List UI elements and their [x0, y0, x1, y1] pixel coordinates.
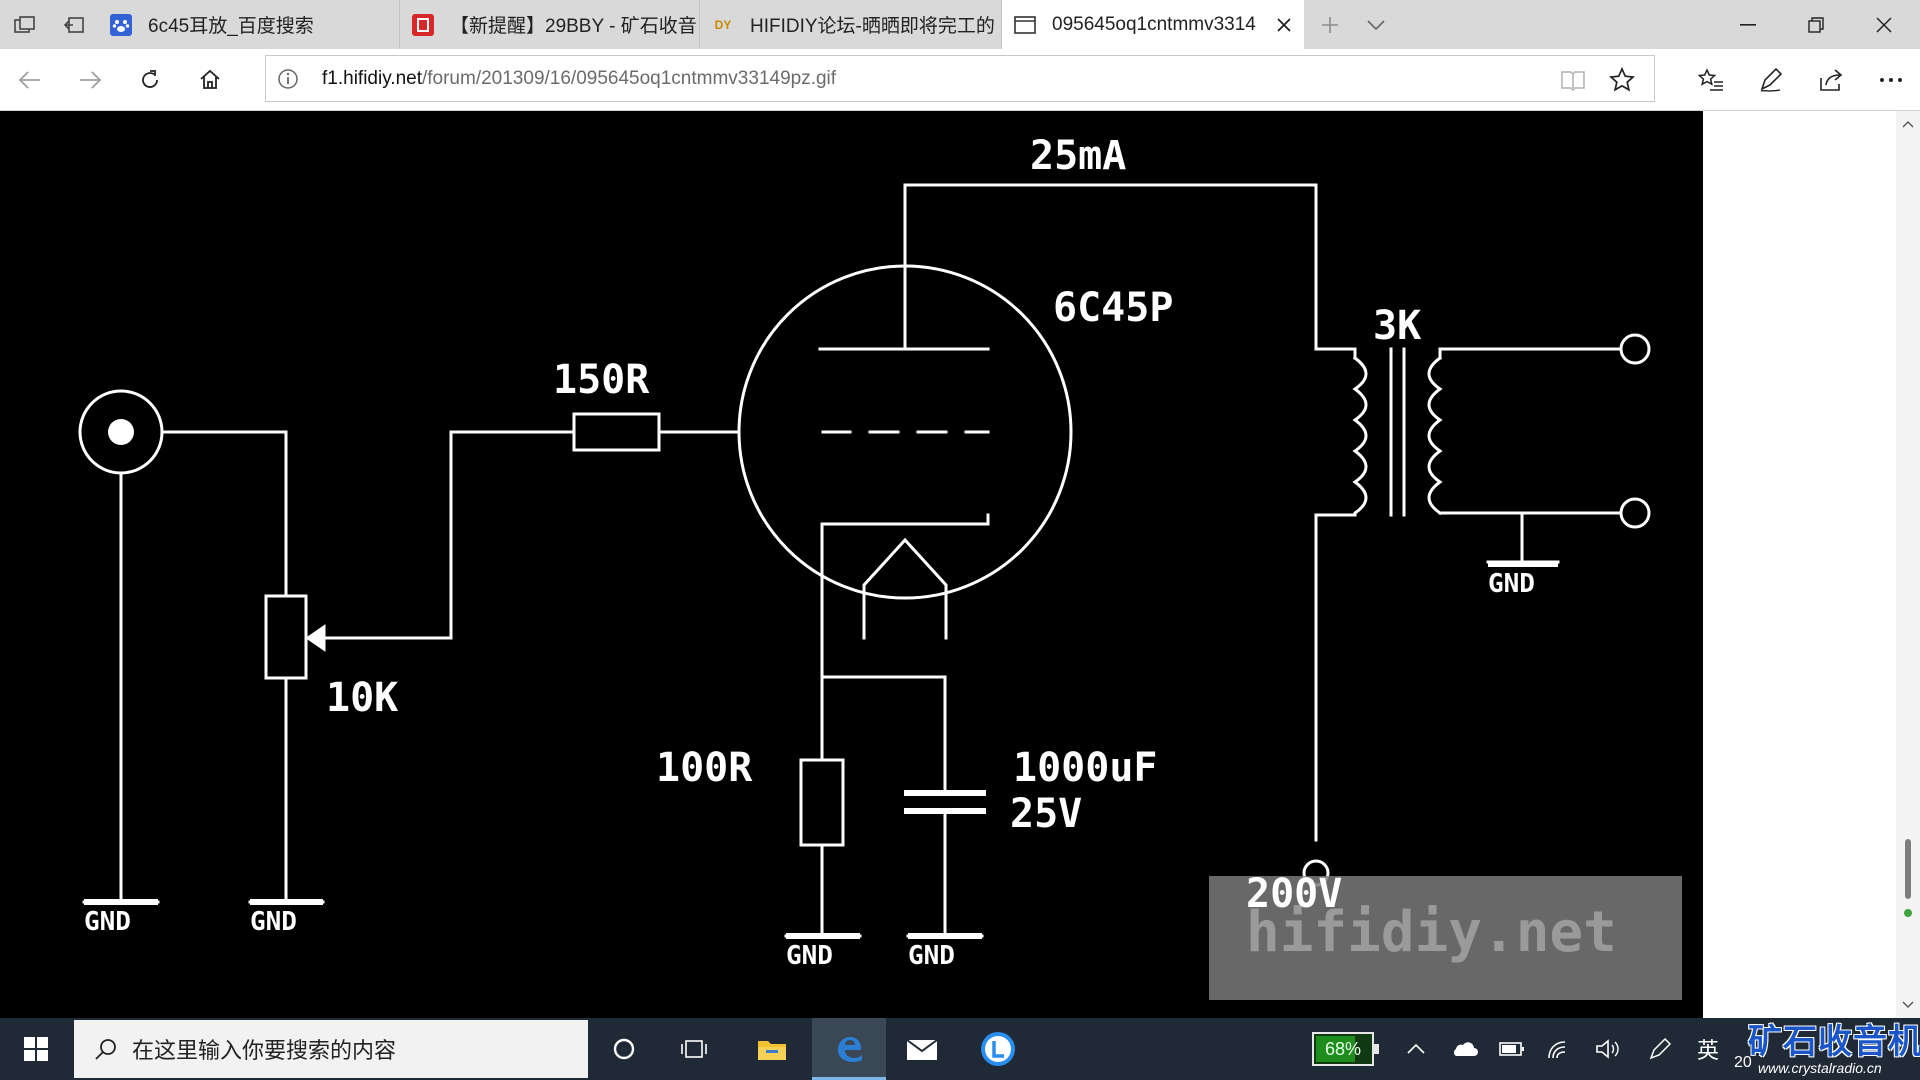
battery-tray-icon[interactable]	[1492, 1018, 1532, 1080]
label-gnd: GND	[84, 907, 131, 937]
chevron-down-icon[interactable]	[1356, 0, 1396, 49]
label-200v: 200V	[1246, 871, 1342, 917]
search-placeholder: 在这里输入你要搜索的内容	[132, 1038, 397, 1063]
tab-crystalradio[interactable]: 【新提醒】29BBY - 矿石收音	[400, 0, 700, 49]
info-icon[interactable]	[276, 67, 300, 91]
url-domain: f1.hifidiy.net	[322, 68, 422, 89]
tab-title: 【新提醒】29BBY - 矿石收音	[450, 16, 697, 37]
chevron-up-icon[interactable]	[1398, 1018, 1434, 1080]
watermark-title: 矿石收音机	[1748, 1023, 1920, 1061]
pen-icon[interactable]	[1741, 49, 1801, 111]
label-25v: 25V	[1010, 791, 1082, 837]
taskbar: 在这里输入你要搜索的内容 68% 英 20	[0, 1018, 1920, 1080]
schematic-image: hifidiy.net 25mA 6C45P 150R 3K 10K 100R …	[0, 111, 1703, 1018]
file-explorer-icon[interactable]	[744, 1018, 800, 1080]
paw-icon	[110, 13, 132, 36]
tab-baidu-search[interactable]: 6c45耳放_百度搜索	[98, 0, 400, 49]
label-gnd: GND	[250, 907, 297, 937]
minimize-icon[interactable]	[1714, 0, 1782, 49]
tab-title: 095645oq1cntmmv3314	[1052, 13, 1256, 35]
close-window-icon[interactable]	[1850, 0, 1918, 49]
potentiometer-10k	[264, 594, 308, 680]
onedrive-icon[interactable]	[1444, 1018, 1484, 1080]
scroll-thumb[interactable]	[1905, 839, 1911, 899]
scroll-indicator	[1904, 909, 1912, 917]
app-l-icon[interactable]	[970, 1018, 1026, 1080]
watermark-url: www.crystalradio.cn	[1758, 1060, 1882, 1076]
diy-icon: DY	[714, 17, 732, 32]
reading-view-icon[interactable]	[1558, 65, 1588, 95]
label-150r: 150R	[553, 357, 650, 403]
label-10k: 10K	[326, 675, 398, 721]
forward-icon[interactable]	[60, 49, 120, 111]
more-menu-icon[interactable]	[1861, 49, 1920, 111]
restore-icon[interactable]	[1782, 0, 1850, 49]
cortana-icon[interactable]	[596, 1018, 652, 1080]
app-icon	[412, 13, 434, 36]
page-content: hifidiy.net 25mA 6C45P 150R 3K 10K 100R …	[0, 111, 1920, 1018]
resistor-150r	[572, 412, 661, 452]
resistor-100r	[799, 758, 845, 847]
close-tab-icon[interactable]	[1264, 0, 1304, 49]
home-icon[interactable]	[180, 49, 240, 111]
taskbar-search-box[interactable]: 在这里输入你要搜索的内容	[74, 1020, 588, 1078]
task-view-icon[interactable]	[666, 1018, 722, 1080]
share-icon[interactable]	[1801, 49, 1861, 111]
label-current: 25mA	[1030, 133, 1126, 179]
tab-title: HIFIDIY论坛-晒晒即将完工的	[750, 16, 995, 37]
tab-bar: 6c45耳放_百度搜索 【新提醒】29BBY - 矿石收音 DY HIFIDIY…	[0, 0, 1920, 49]
tab-title: 6c45耳放_百度搜索	[148, 16, 314, 37]
mail-icon[interactable]	[894, 1018, 950, 1080]
label-100r: 100R	[656, 745, 753, 791]
volume-icon[interactable]	[1588, 1018, 1628, 1080]
wifi-icon[interactable]	[1540, 1018, 1580, 1080]
battery-indicator[interactable]: 68%	[1312, 1032, 1379, 1066]
label-gnd: GND	[1488, 569, 1535, 599]
url-path: /forum/201309/16/095645oq1cntmmv33149pz.…	[421, 68, 837, 89]
favorites-list-icon[interactable]	[1681, 49, 1741, 111]
ime-indicator[interactable]: 英	[1688, 1018, 1728, 1080]
back-icon[interactable]	[0, 49, 60, 111]
tabs-aside-icon[interactable]	[49, 0, 98, 49]
site-watermark: 矿石收音机 www.crystalradio.cn	[1748, 1014, 1920, 1080]
edge-browser-icon[interactable]	[812, 1018, 886, 1080]
url-text[interactable]: f1.hifidiy.net/forum/201309/16/095645oq1…	[322, 68, 836, 90]
battery-percent: 68%	[1324, 1038, 1362, 1059]
set-aside-tabs-icon[interactable]	[0, 0, 49, 49]
vertical-scrollbar[interactable]	[1896, 111, 1920, 1018]
favorite-star-icon[interactable]	[1606, 64, 1638, 96]
navigation-bar: f1.hifidiy.net/forum/201309/16/095645oq1…	[0, 49, 1920, 111]
address-bar[interactable]: f1.hifidiy.net/forum/201309/16/095645oq1…	[265, 55, 1655, 102]
pen-workspace-icon[interactable]	[1640, 1018, 1680, 1080]
label-gnd: GND	[908, 941, 955, 971]
label-tube: 6C45P	[1053, 285, 1173, 331]
label-gnd: GND	[786, 941, 833, 971]
scroll-down-icon[interactable]	[1896, 994, 1920, 1016]
scroll-up-icon[interactable]	[1896, 113, 1920, 135]
tab-hifidiy-forum[interactable]: DY HIFIDIY论坛-晒晒即将完工的	[700, 0, 1002, 49]
new-tab-icon[interactable]	[1310, 0, 1350, 49]
search-icon	[94, 1037, 118, 1061]
label-3k: 3K	[1373, 303, 1421, 349]
refresh-icon[interactable]	[120, 49, 180, 111]
tab-actions	[0, 0, 98, 49]
tab-image-active[interactable]: 095645oq1cntmmv3314	[1002, 0, 1304, 49]
windows-start-icon[interactable]	[0, 1018, 72, 1080]
label-1000uf: 1000uF	[1013, 745, 1158, 791]
page-icon	[1014, 14, 1036, 36]
